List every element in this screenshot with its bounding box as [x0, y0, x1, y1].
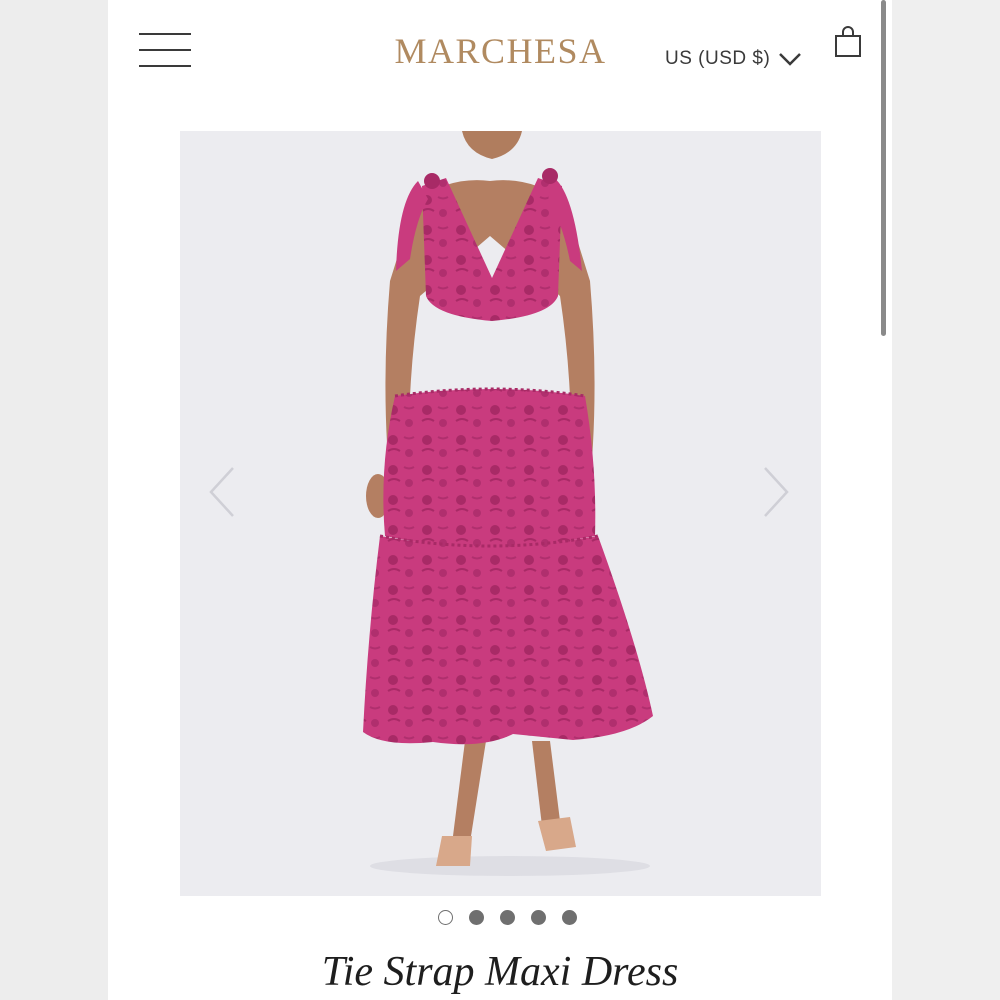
carousel-dot-4[interactable]: [530, 910, 546, 925]
currency-label: US (USD $): [665, 48, 771, 69]
dress-illustration: [363, 131, 653, 876]
carousel-dot-2[interactable]: [468, 910, 484, 925]
carousel-dots: [108, 910, 892, 925]
product-page: MARCHESA US (USD $) Tie Strap Maxi Dress: [108, 0, 892, 1000]
scrollbar[interactable]: [881, 0, 886, 336]
product-title: Tie Strap Maxi Dress: [321, 949, 679, 995]
carousel-dot-5[interactable]: [561, 910, 577, 925]
carousel-dot-1[interactable]: [437, 910, 453, 925]
right-backdrop: [892, 0, 1000, 1000]
shopping-bag-icon[interactable]: [834, 26, 862, 58]
chevron-down-icon: [779, 53, 802, 66]
carousel-dot-3[interactable]: [499, 910, 515, 925]
previous-image-arrow-icon[interactable]: [207, 466, 237, 518]
hamburger-menu-icon[interactable]: [139, 33, 191, 69]
brand-logo[interactable]: MARCHESA: [388, 30, 613, 72]
left-backdrop: [0, 0, 108, 1000]
next-image-arrow-icon[interactable]: [761, 466, 791, 518]
product-image[interactable]: [180, 131, 821, 896]
currency-selector[interactable]: US (USD $): [665, 46, 802, 72]
